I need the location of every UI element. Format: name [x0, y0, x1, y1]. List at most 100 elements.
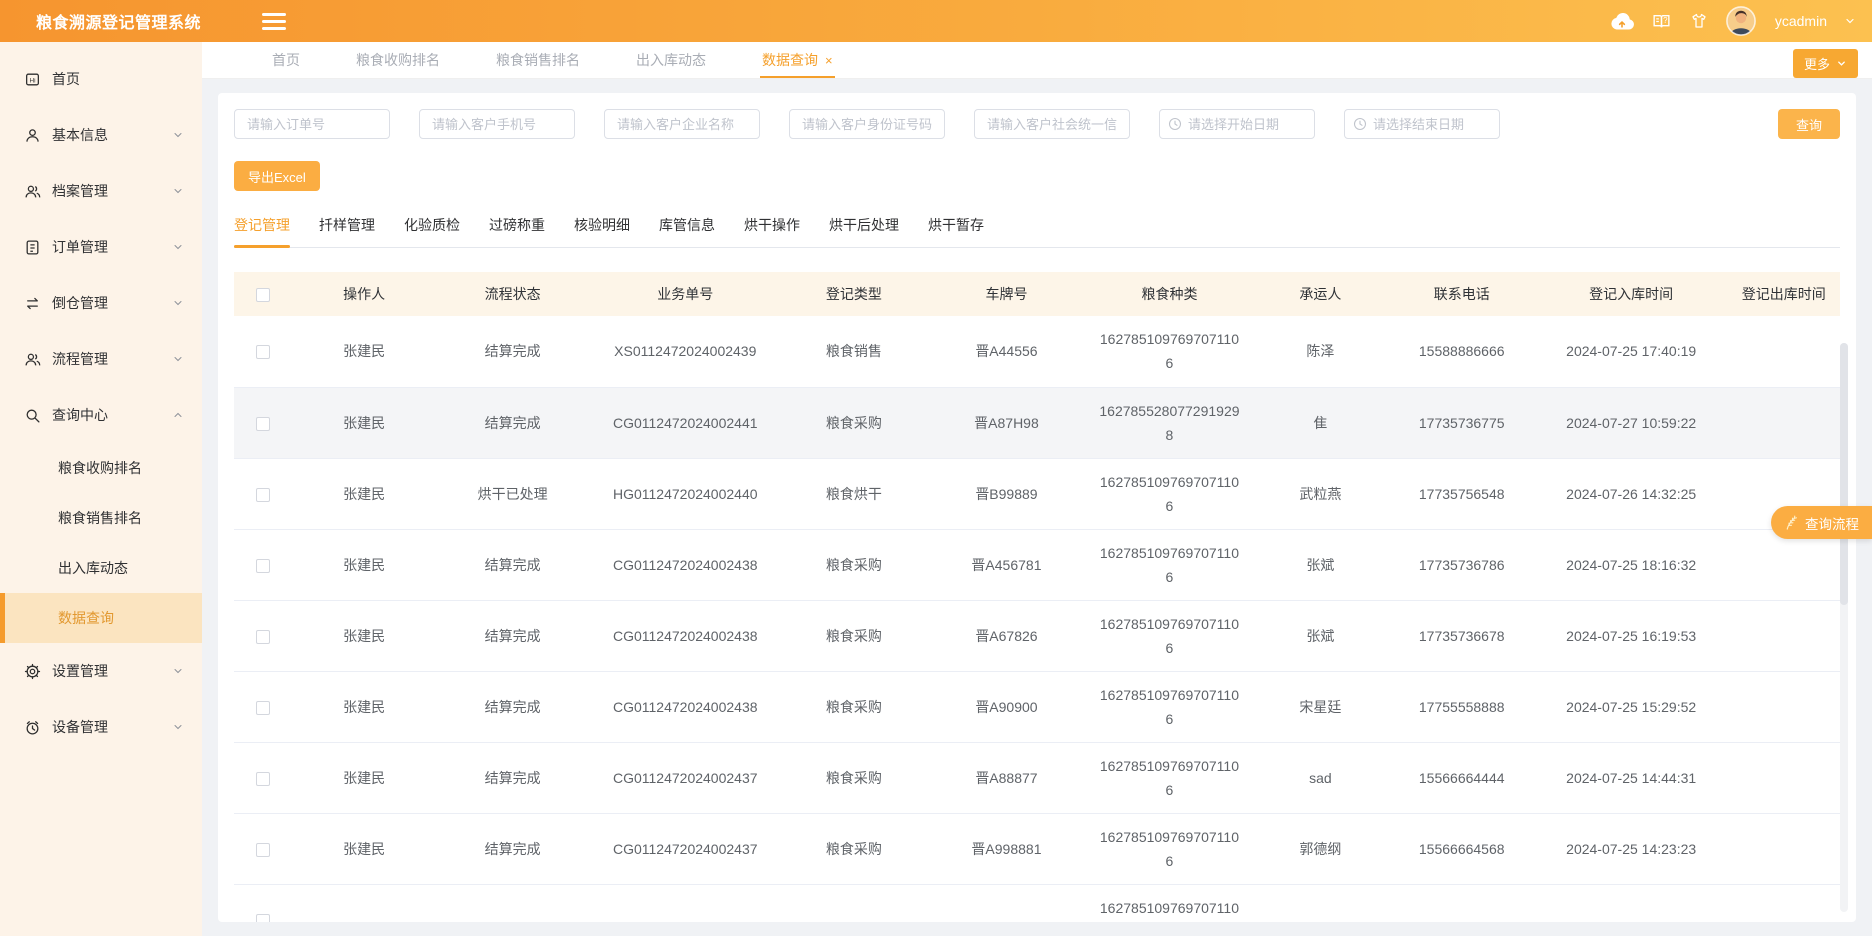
help-doc-icon[interactable]: ?: [1651, 11, 1672, 32]
tab-purchase-ranking[interactable]: 粮食收购排名: [356, 42, 440, 78]
sidebar-item-settings[interactable]: 设置管理: [0, 643, 202, 699]
table-row[interactable]: 张建民 结算完成 XS0112472024002439 粮食销售 晋A44556…: [234, 316, 1840, 387]
chevron-down-icon[interactable]: [1844, 15, 1856, 27]
cell-out-time: [1728, 387, 1840, 458]
cell-reg-type: 粮食销售: [782, 316, 927, 387]
sidebar-item-process[interactable]: 流程管理: [0, 331, 202, 387]
more-button[interactable]: 更多: [1793, 49, 1858, 78]
sub-tab-bar: 登记管理 扦样管理 化验质检 过磅称重 核验明细 库管信息 烘干操作 烘干后处理…: [234, 215, 1840, 248]
data-table: 操作人 流程状态 业务单号 登记类型 车牌号 粮食种类 承运人 联系电话 登记入…: [234, 272, 1840, 922]
table-row[interactable]: 张建民 结算完成 CG0112472024002441 粮食采购 晋A87H98…: [234, 387, 1840, 458]
row-checkbox[interactable]: [256, 345, 270, 359]
tab-inout-dynamics[interactable]: 出入库动态: [636, 42, 706, 78]
subtab-verification[interactable]: 核验明细: [574, 215, 630, 247]
query-button[interactable]: 查询: [1778, 109, 1840, 139]
chevron-down-icon: [172, 665, 184, 677]
sidebar-item-archives[interactable]: 档案管理: [0, 163, 202, 219]
tab-home[interactable]: 首页: [272, 42, 300, 78]
subtab-weighing[interactable]: 过磅称重: [489, 215, 545, 247]
table-row[interactable]: 张建民 烘干已处理 HG0112472024002440 粮食烘干 晋B9988…: [234, 458, 1840, 529]
subtab-drying-operation[interactable]: 烘干操作: [744, 215, 800, 247]
sidebar-subitem-sales-ranking[interactable]: 粮食销售排名: [0, 493, 202, 543]
table-row[interactable]: 张建民 结算完成 CG0112472024002438 粮食采购 晋A45678…: [234, 529, 1840, 600]
subtab-post-drying[interactable]: 烘干后处理: [829, 215, 899, 247]
subtab-warehouse-info[interactable]: 库管信息: [659, 215, 715, 247]
sidebar-item-label: 档案管理: [52, 181, 108, 201]
chevron-down-icon: [172, 241, 184, 253]
table-row[interactable]: 张建民 结算完成 CG0112472024002437 粮食采购 晋A88877…: [234, 742, 1840, 813]
cell-order-no: CG0112472024002438: [589, 529, 782, 600]
row-checkbox[interactable]: [256, 772, 270, 786]
table-row[interactable]: 张建民 结算完成 CG0112472024002438 粮食采购 晋A90900…: [234, 671, 1840, 742]
query-process-float-button[interactable]: 查询流程: [1771, 506, 1872, 539]
theme-shirt-icon[interactable]: [1689, 11, 1709, 31]
content-area: 查询 导出Excel 登记管理 扦样管理 化验质检 过磅称重 核验明细 库管信息…: [202, 79, 1872, 936]
cell-order-no: XS0112472024002439: [589, 316, 782, 387]
row-checkbox[interactable]: [256, 914, 270, 922]
subtab-registration[interactable]: 登记管理: [234, 215, 290, 247]
column-header: 流程状态: [436, 272, 589, 316]
tab-data-query[interactable]: 数据查询 ×: [762, 42, 833, 78]
sidebar-item-label: 基本信息: [52, 125, 108, 145]
cell-plate-no: 晋B99889: [926, 458, 1087, 529]
end-date-picker[interactable]: [1344, 109, 1500, 139]
sidebar-item-home[interactable]: Hi 首页: [0, 51, 202, 107]
select-all-checkbox[interactable]: [256, 288, 270, 302]
username[interactable]: ycadmin: [1775, 13, 1827, 29]
sidebar: Hi 首页 基本信息 档案管理: [0, 42, 202, 936]
sidebar-item-label: 设备管理: [52, 717, 108, 737]
sidebar-subitem-data-query[interactable]: 数据查询: [0, 593, 202, 643]
menu-toggle-icon[interactable]: [262, 13, 286, 30]
table-body: 张建民 结算完成 XS0112472024002439 粮食销售 晋A44556…: [234, 316, 1840, 922]
sidebar-subitem-inout-dynamics[interactable]: 出入库动态: [0, 543, 202, 593]
start-date-picker[interactable]: [1159, 109, 1315, 139]
sidebar-item-basic-info[interactable]: 基本信息: [0, 107, 202, 163]
cell-operator: 张建民: [292, 671, 437, 742]
cell-operator: 张建民: [292, 387, 437, 458]
cell-phone: 17735736678: [1389, 600, 1535, 671]
row-checkbox[interactable]: [256, 417, 270, 431]
search-form: 查询: [234, 109, 1840, 139]
cell-grain-type: 1627851097697071106: [1087, 600, 1252, 671]
row-checkbox[interactable]: [256, 843, 270, 857]
cell-operator: 张建民: [292, 529, 437, 600]
column-header: 粮食种类: [1087, 272, 1252, 316]
customer-phone-input[interactable]: [419, 109, 575, 139]
sidebar-item-query-center[interactable]: 查询中心: [0, 387, 202, 443]
close-tab-icon[interactable]: ×: [825, 54, 833, 67]
cell-carrier: 陈泽: [1252, 316, 1389, 387]
customer-credit-code-input[interactable]: [974, 109, 1130, 139]
table-scrollbar[interactable]: [1840, 343, 1848, 912]
row-checkbox[interactable]: [256, 701, 270, 715]
svg-text:Hi: Hi: [29, 77, 35, 84]
cell-phone: 17735736786: [1389, 529, 1535, 600]
avatar[interactable]: [1726, 6, 1756, 36]
row-checkbox[interactable]: [256, 630, 270, 644]
chevron-down-icon: [172, 721, 184, 733]
cloud-upload-icon[interactable]: [1610, 13, 1634, 30]
table-row[interactable]: 张建民 结算完成 CG0112472024002437 粮食采购 晋A99888…: [234, 813, 1840, 884]
order-no-input[interactable]: [234, 109, 390, 139]
cell-operator: 张建民: [292, 458, 437, 529]
column-header: 登记出库时间: [1728, 272, 1840, 316]
sidebar-subitem-purchase-ranking[interactable]: 粮食收购排名: [0, 443, 202, 493]
start-date-input[interactable]: [1188, 117, 1306, 132]
cell-grain-type: 1627851097697071106: [1087, 458, 1252, 529]
table-row[interactable]: 张建民 结算完成 CG0112472024002438 粮食采购 晋A67826…: [234, 600, 1840, 671]
sidebar-item-warehouse-transfer[interactable]: 倒仓管理: [0, 275, 202, 331]
export-excel-button[interactable]: 导出Excel: [234, 161, 320, 191]
table-row[interactable]: 1627851097697071106: [234, 884, 1840, 922]
subtab-lab-test[interactable]: 化验质检: [404, 215, 460, 247]
cell-carrier: 张斌: [1252, 529, 1389, 600]
tab-sales-ranking[interactable]: 粮食销售排名: [496, 42, 580, 78]
end-date-input[interactable]: [1373, 117, 1491, 132]
sidebar-item-orders[interactable]: 订单管理: [0, 219, 202, 275]
sidebar-item-devices[interactable]: 设备管理: [0, 699, 202, 755]
row-checkbox[interactable]: [256, 488, 270, 502]
customer-id-input[interactable]: [789, 109, 945, 139]
subtab-sampling[interactable]: 扦样管理: [319, 215, 375, 247]
cell-carrier: [1252, 884, 1389, 922]
subtab-drying-storage[interactable]: 烘干暂存: [928, 215, 984, 247]
row-checkbox[interactable]: [256, 559, 270, 573]
customer-company-input[interactable]: [604, 109, 760, 139]
